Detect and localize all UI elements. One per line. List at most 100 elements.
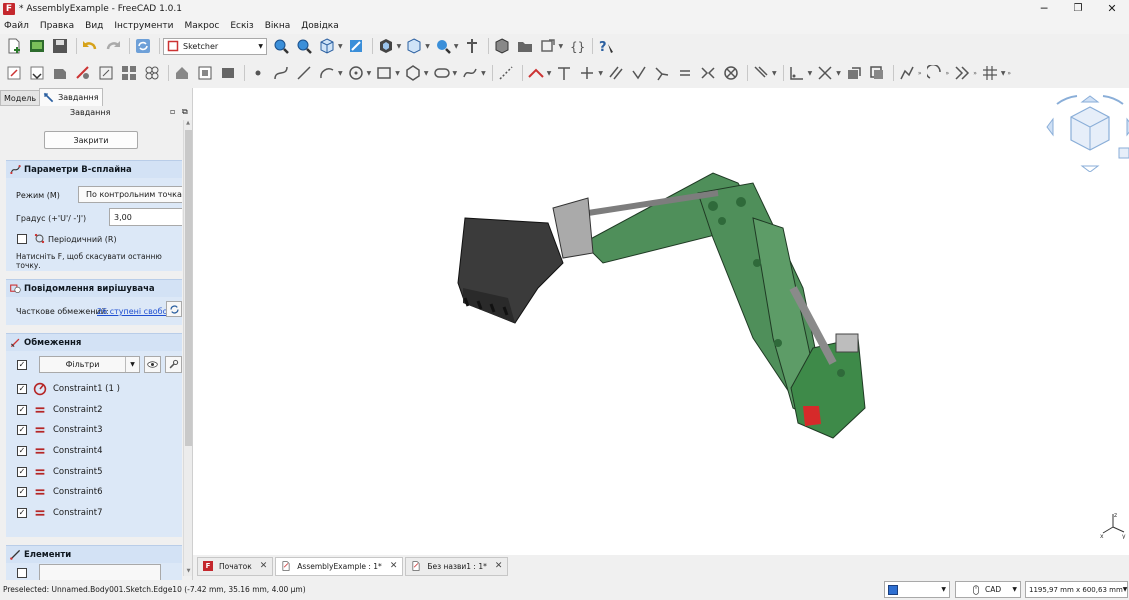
- leave-sketch-icon[interactable]: [27, 63, 47, 83]
- close-tab-icon[interactable]: ✕: [390, 561, 398, 571]
- scrollbar-thumb[interactable]: [185, 130, 192, 446]
- navigation-style-select[interactable]: CAD ▼: [955, 581, 1021, 598]
- 3d-viewport[interactable]: z x y: [193, 88, 1129, 555]
- grid-icon[interactable]: [980, 63, 1000, 83]
- constraint-row[interactable]: ✓ Constraint6: [17, 482, 182, 503]
- close-tab-icon[interactable]: ✕: [495, 561, 503, 571]
- undo-icon[interactable]: [80, 36, 100, 56]
- new-document-icon[interactable]: [4, 36, 24, 56]
- block-constraint-icon[interactable]: [721, 63, 741, 83]
- axis-cross-icon[interactable]: [462, 36, 482, 56]
- constraint-checkbox[interactable]: ✓: [17, 466, 27, 477]
- tab-model[interactable]: Модель: [0, 90, 41, 106]
- constraint-row[interactable]: ✓ Constraint2: [17, 400, 182, 421]
- constraint-row[interactable]: ✓ Constraint3: [17, 420, 182, 441]
- external-geometry-icon[interactable]: [844, 63, 864, 83]
- constraints-section-header[interactable]: Обмеження: [6, 333, 182, 351]
- view-sketch-icon[interactable]: [50, 63, 70, 83]
- horizontal-constraint-icon[interactable]: [577, 63, 597, 83]
- constraint-row[interactable]: ✓ Constraint7: [17, 503, 182, 524]
- part-icon[interactable]: [492, 36, 512, 56]
- undock-icon[interactable]: ▫: [170, 107, 175, 116]
- constraint-checkbox[interactable]: ✓: [17, 487, 27, 498]
- tangent-constraint-icon[interactable]: [652, 63, 672, 83]
- doc-tab-untitled[interactable]: Без назви1 : 1* ✕: [405, 556, 509, 576]
- color-select[interactable]: ▼: [884, 581, 950, 598]
- menu-sketch[interactable]: Ескіз: [230, 21, 253, 31]
- constraint-row[interactable]: ✓ Constraint1 (1 ): [17, 379, 182, 400]
- refresh-icon[interactable]: [133, 36, 153, 56]
- equal-constraint-icon[interactable]: [675, 63, 695, 83]
- update-solver-button[interactable]: [166, 301, 182, 317]
- elements-section-header[interactable]: Елементи: [6, 545, 182, 563]
- circle-tool-icon[interactable]: [346, 63, 366, 83]
- menu-windows[interactable]: Вікна: [265, 21, 291, 31]
- rectangular-array-icon[interactable]: [897, 63, 917, 83]
- snap-icon[interactable]: [925, 63, 945, 83]
- stop-operation-icon[interactable]: [218, 63, 238, 83]
- settings-button[interactable]: [165, 356, 182, 373]
- constraint-row[interactable]: ✓ Constraint5: [17, 461, 182, 482]
- mirror-sketch-icon[interactable]: [195, 63, 215, 83]
- elements-checkbox[interactable]: [17, 568, 27, 578]
- toggle-driving-icon[interactable]: [751, 63, 771, 83]
- trim-tool-icon[interactable]: [815, 63, 835, 83]
- bspline-section-header[interactable]: Параметри B-сплайна: [6, 160, 182, 178]
- folder-icon[interactable]: [515, 36, 535, 56]
- doc-tab-start[interactable]: F Початок ✕: [197, 556, 274, 576]
- std-views-icon[interactable]: [404, 36, 424, 56]
- horizontal-vertical-icon[interactable]: [554, 63, 574, 83]
- menu-view[interactable]: Вид: [85, 21, 103, 31]
- close-window-button[interactable]: ✕: [1095, 2, 1129, 15]
- slot-tool-icon[interactable]: [432, 63, 452, 83]
- new-sketch-icon[interactable]: [4, 63, 24, 83]
- polyline-tool-icon[interactable]: [271, 63, 291, 83]
- mode-select[interactable]: По контрольним точкам: [78, 186, 182, 203]
- rectangle-tool-icon[interactable]: [374, 63, 394, 83]
- menu-help[interactable]: Довідка: [301, 21, 339, 31]
- parallel-constraint-icon[interactable]: [606, 63, 626, 83]
- menu-file[interactable]: Файл: [4, 21, 29, 31]
- fillet-tool-icon[interactable]: [787, 63, 807, 83]
- visibility-button[interactable]: [144, 356, 161, 373]
- dimensions-select[interactable]: 1195,97 mm x 600,63 mm ▼: [1025, 581, 1128, 598]
- point-tool-icon[interactable]: [248, 63, 268, 83]
- save-document-icon[interactable]: [50, 36, 70, 56]
- validate-sketch-icon[interactable]: [142, 63, 162, 83]
- maximize-button[interactable]: ❐: [1061, 3, 1095, 14]
- merge-sketch-icon[interactable]: [172, 63, 192, 83]
- workbench-selector[interactable]: Sketcher ▼: [163, 37, 267, 55]
- menu-tools[interactable]: Інструменти: [114, 21, 173, 31]
- close-tab-icon[interactable]: ✕: [260, 561, 268, 571]
- constraint-checkbox[interactable]: ✓: [17, 425, 27, 436]
- panel-scrollbar[interactable]: ▲ ▼: [183, 120, 192, 576]
- symmetric-constraint-icon[interactable]: [698, 63, 718, 83]
- arc-tool-icon[interactable]: [317, 63, 337, 83]
- map-sketch-icon[interactable]: [96, 63, 116, 83]
- filter-select[interactable]: Фільтри ▼: [39, 356, 140, 373]
- fit-all-icon[interactable]: [271, 36, 291, 56]
- minimize-button[interactable]: ─: [1027, 2, 1061, 15]
- link-icon[interactable]: [538, 36, 558, 56]
- constraint-checkbox[interactable]: ✓: [17, 446, 27, 457]
- open-document-icon[interactable]: [27, 36, 47, 56]
- constraint-checkbox[interactable]: ✓: [17, 404, 27, 415]
- menu-edit[interactable]: Правка: [40, 21, 74, 31]
- degree-input[interactable]: 3,00: [109, 208, 182, 226]
- filter-all-checkbox[interactable]: ✓: [17, 360, 27, 370]
- view-box-icon[interactable]: [346, 36, 366, 56]
- float-icon[interactable]: ⧉: [182, 107, 188, 117]
- bspline-tool-icon[interactable]: [460, 63, 480, 83]
- menu-macro[interactable]: Макрос: [184, 21, 219, 31]
- constraint-row[interactable]: ✓ Constraint4: [17, 441, 182, 462]
- draw-style-icon[interactable]: [376, 36, 396, 56]
- periodic-checkbox[interactable]: [17, 234, 27, 244]
- close-task-button[interactable]: Закрити: [44, 131, 138, 149]
- whats-this-icon[interactable]: ?: [596, 36, 616, 56]
- elements-filter-select[interactable]: [39, 564, 161, 580]
- fit-selection-icon[interactable]: [294, 36, 314, 56]
- dimension-tool-icon[interactable]: [526, 63, 546, 83]
- line-tool-icon[interactable]: [294, 63, 314, 83]
- macro-icon[interactable]: {}: [566, 36, 586, 56]
- carbon-copy-icon[interactable]: [867, 63, 887, 83]
